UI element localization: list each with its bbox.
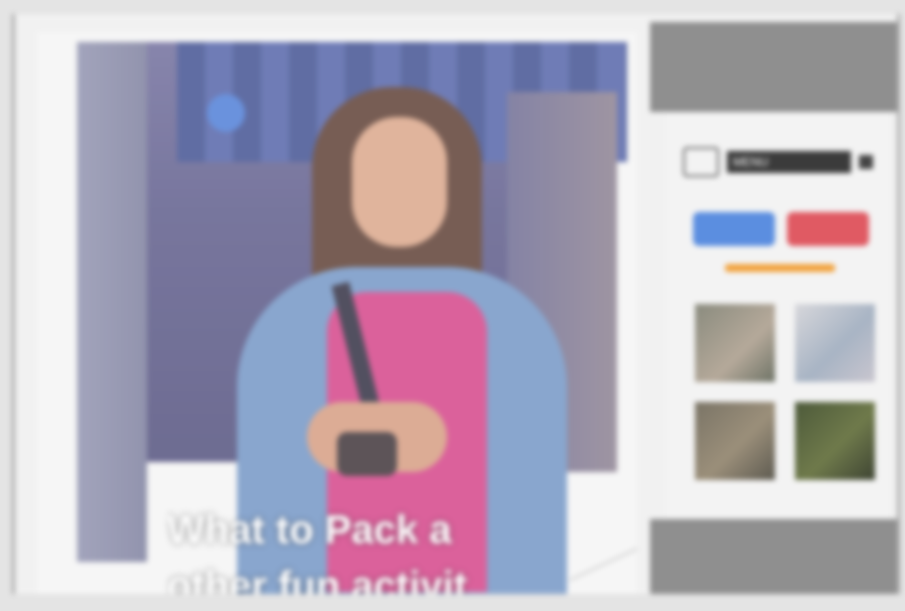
thumbnail-image[interactable] (695, 304, 775, 382)
hero-caption[interactable]: What to Pack a other fun activit (167, 502, 627, 594)
thumbnail-grid (695, 304, 875, 480)
caption-line-2: other fun activit (167, 564, 468, 594)
browser-frame: What to Pack a other fun activit MENU (12, 14, 900, 594)
hero-image[interactable]: What to Pack a other fun activit (37, 32, 637, 594)
orange-link[interactable] (725, 264, 835, 272)
sidebar-panel: MENU (665, 112, 890, 519)
sidebar-toolbar-label[interactable]: MENU (727, 151, 851, 173)
thumbnail-image[interactable] (795, 304, 875, 382)
toggle-icon[interactable] (683, 147, 719, 177)
red-action-button[interactable] (787, 212, 869, 246)
sidebar-footer-block (650, 519, 897, 594)
thumbnail-image[interactable] (695, 402, 775, 480)
sidebar-toolbar: MENU (683, 147, 873, 177)
sidebar-header-block (650, 22, 897, 112)
caption-line-1: What to Pack a (167, 508, 452, 552)
action-button-row (693, 212, 869, 246)
blue-action-button[interactable] (693, 212, 775, 246)
small-square-icon[interactable] (859, 155, 873, 169)
thumbnail-image[interactable] (795, 402, 875, 480)
